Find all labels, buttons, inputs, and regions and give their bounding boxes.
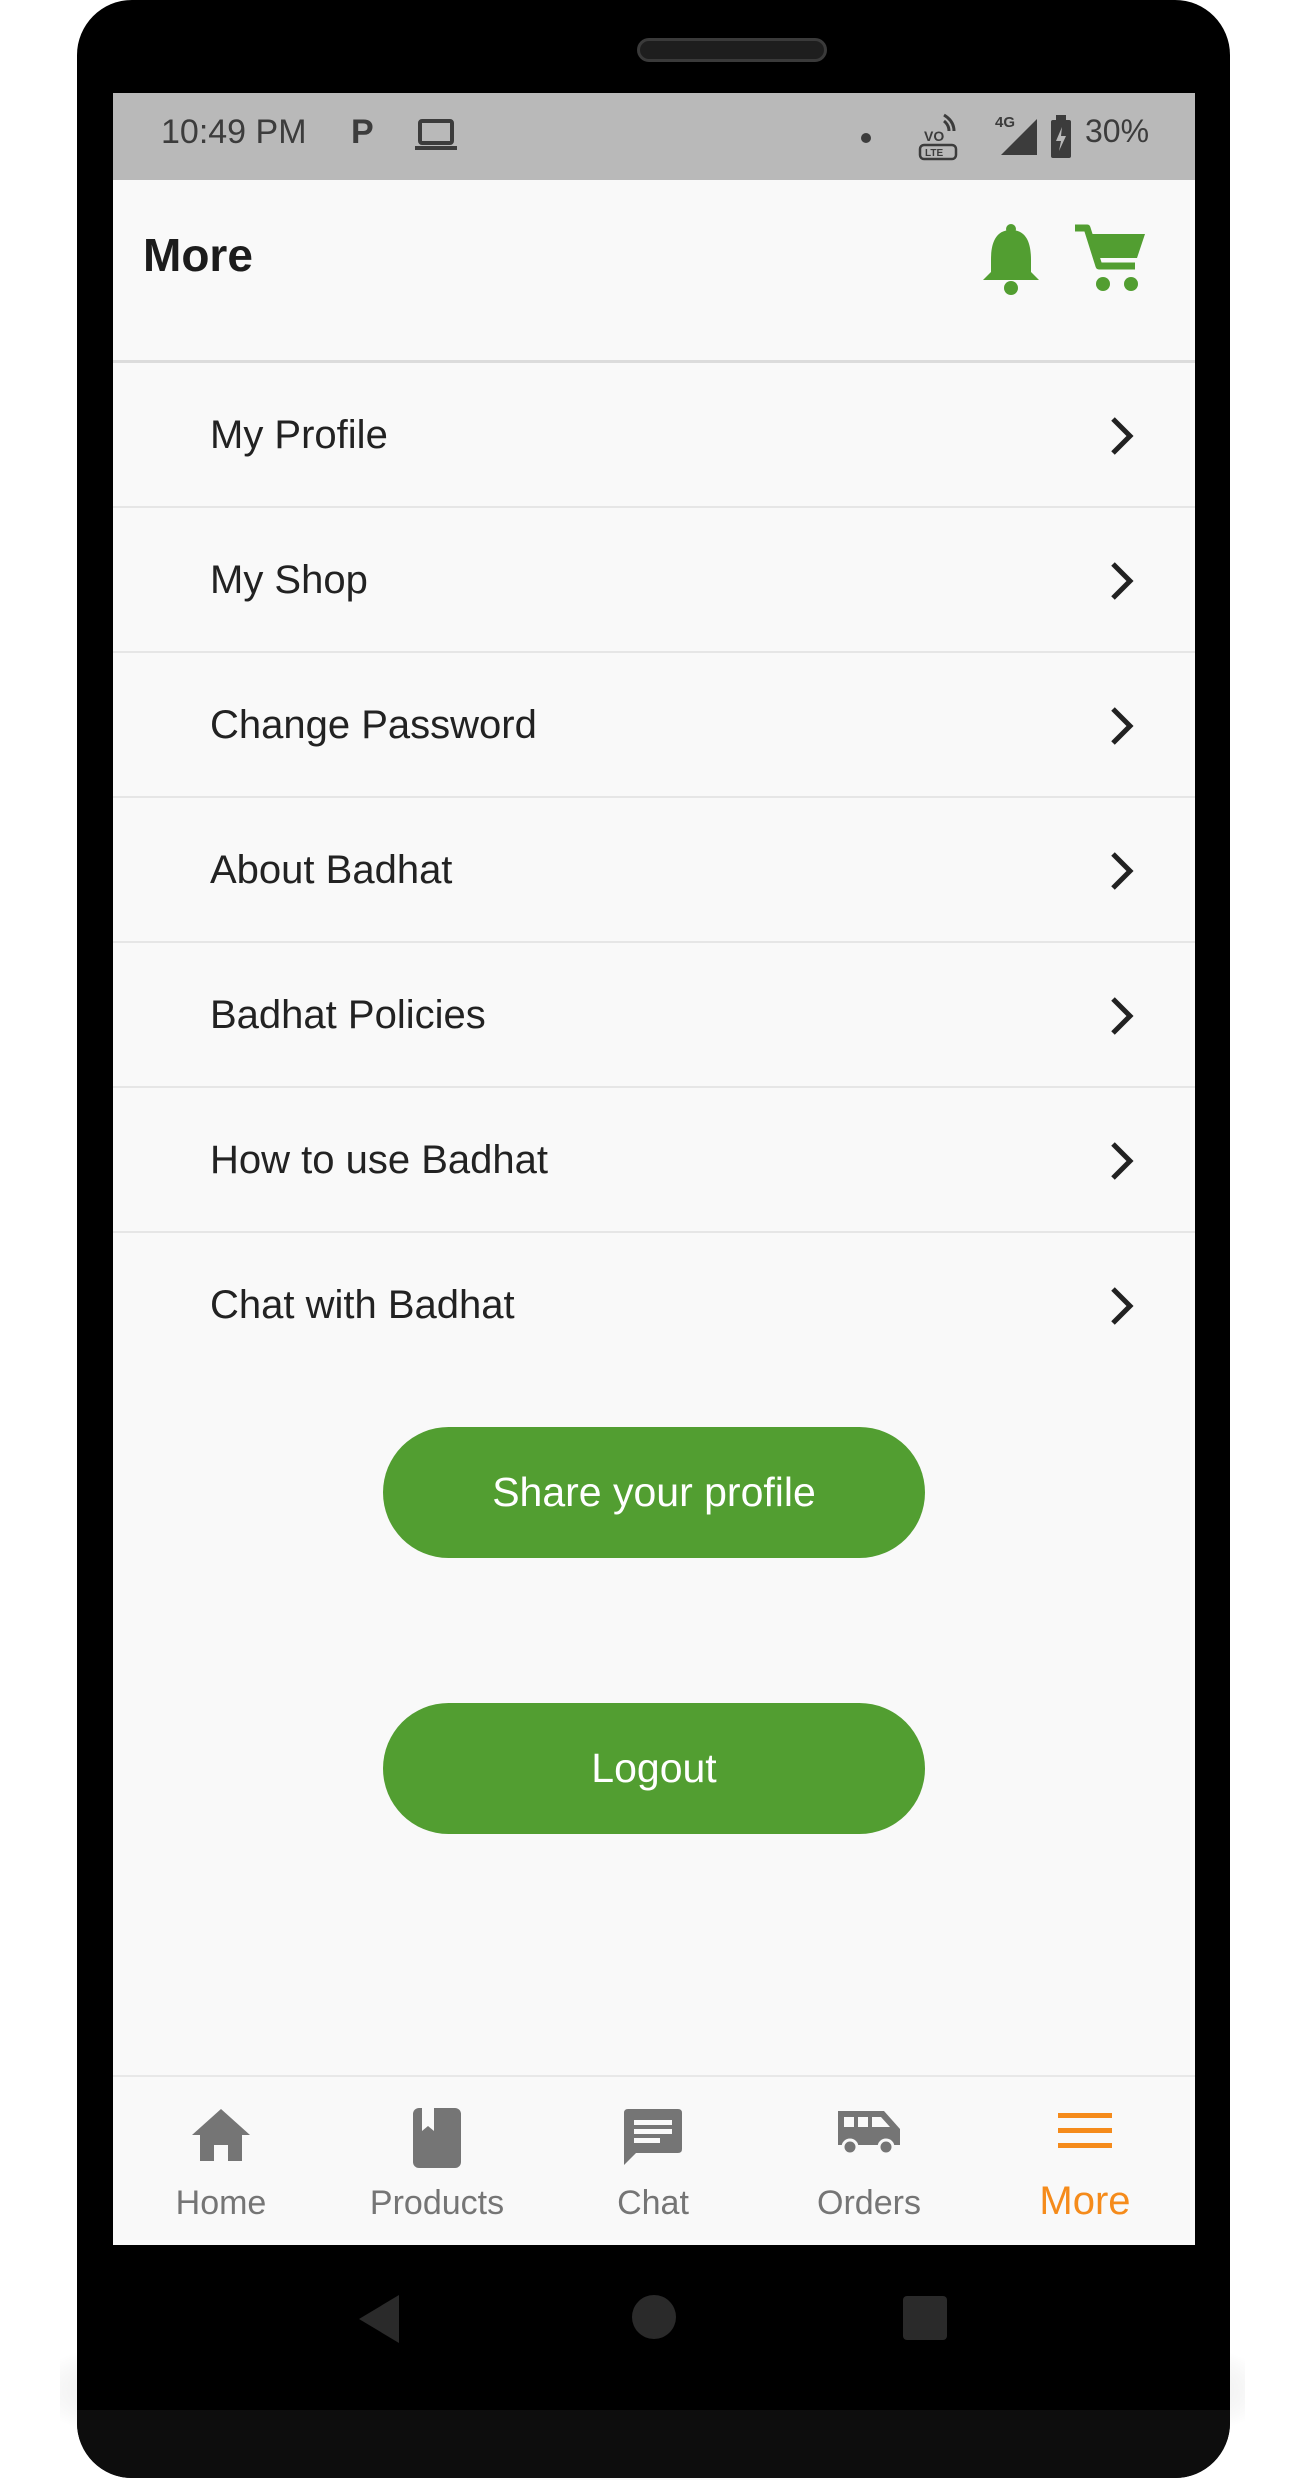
menu-item-badhat-policies[interactable]: Badhat Policies — [113, 943, 1195, 1088]
nav-label: Home — [175, 2184, 267, 2222]
menu-item-label: How to use Badhat — [210, 1138, 548, 1182]
svg-text:VO: VO — [924, 128, 944, 144]
nav-item-home[interactable]: Home — [113, 2077, 329, 2245]
menu-item-label: Chat with Badhat — [210, 1283, 515, 1327]
chevron-right-icon — [1108, 560, 1136, 607]
volte-icon: VO LTE — [916, 111, 964, 168]
battery-icon — [1049, 115, 1073, 164]
bottom-nav: Home Products Chat Orders More — [113, 2075, 1195, 2245]
nav-item-orders[interactable]: Orders — [761, 2077, 977, 2245]
menu-item-how-to-use[interactable]: How to use Badhat — [113, 1088, 1195, 1233]
chevron-right-icon — [1108, 705, 1136, 752]
recents-square-icon[interactable] — [903, 2296, 947, 2340]
svg-text:4G: 4G — [995, 114, 1015, 131]
menu-item-my-shop[interactable]: My Shop — [113, 508, 1195, 653]
svg-text:LTE: LTE — [925, 148, 943, 159]
share-profile-button[interactable]: Share your profile — [383, 1427, 925, 1558]
cart-icon[interactable] — [1073, 220, 1149, 301]
battery-percent: 30% — [1085, 113, 1150, 149]
menu-item-label: My Profile — [210, 413, 388, 457]
signal-4g-icon: 4G — [993, 113, 1043, 164]
phone-speaker — [637, 38, 827, 62]
p-app-icon: P — [351, 113, 374, 151]
laptop-icon — [413, 117, 459, 158]
nav-item-products[interactable]: Products — [329, 2077, 545, 2245]
menu-item-my-profile[interactable]: My Profile — [113, 363, 1195, 508]
menu-list: My Profile My Shop Change Password About… — [113, 363, 1195, 1376]
bell-icon[interactable] — [979, 222, 1043, 301]
home-icon — [190, 2107, 252, 2168]
logout-button[interactable]: Logout — [383, 1703, 925, 1834]
menu-item-change-password[interactable]: Change Password — [113, 653, 1195, 798]
nav-item-more[interactable]: More — [977, 2077, 1193, 2245]
app-screen: 10:49 PM P VO LTE 4G 30% More My Profile — [113, 93, 1195, 2245]
chevron-right-icon — [1108, 850, 1136, 897]
chevron-right-icon — [1108, 1140, 1136, 1187]
van-icon — [834, 2107, 904, 2160]
chat-icon — [622, 2107, 684, 2174]
app-header: More — [113, 180, 1195, 363]
home-circle-icon[interactable] — [632, 2295, 676, 2339]
page-title: More — [143, 229, 253, 281]
menu-icon — [1056, 2107, 1114, 2160]
menu-item-label: About Badhat — [210, 848, 453, 892]
status-bar: 10:49 PM P VO LTE 4G 30% — [113, 93, 1195, 180]
chevron-right-icon — [1108, 995, 1136, 1042]
nav-item-chat[interactable]: Chat — [545, 2077, 761, 2245]
chevron-right-icon — [1108, 415, 1136, 462]
system-nav-bar — [77, 2245, 1230, 2405]
menu-item-label: Change Password — [210, 703, 537, 747]
menu-item-chat-with-badhat[interactable]: Chat with Badhat — [113, 1233, 1195, 1376]
menu-item-label: My Shop — [210, 558, 368, 602]
menu-item-about-badhat[interactable]: About Badhat — [113, 798, 1195, 943]
menu-item-label: Badhat Policies — [210, 993, 486, 1037]
nav-label: Products — [369, 2184, 505, 2222]
dot-icon — [861, 133, 871, 143]
nav-label: Orders — [817, 2184, 921, 2222]
phone-chin — [77, 2410, 1230, 2478]
nav-label: Chat — [617, 2184, 689, 2222]
book-icon — [412, 2107, 462, 2174]
status-time: 10:49 PM — [161, 113, 307, 151]
back-icon[interactable] — [357, 2293, 401, 2350]
chevron-right-icon — [1108, 1285, 1136, 1332]
nav-label: More — [1039, 2179, 1131, 2223]
